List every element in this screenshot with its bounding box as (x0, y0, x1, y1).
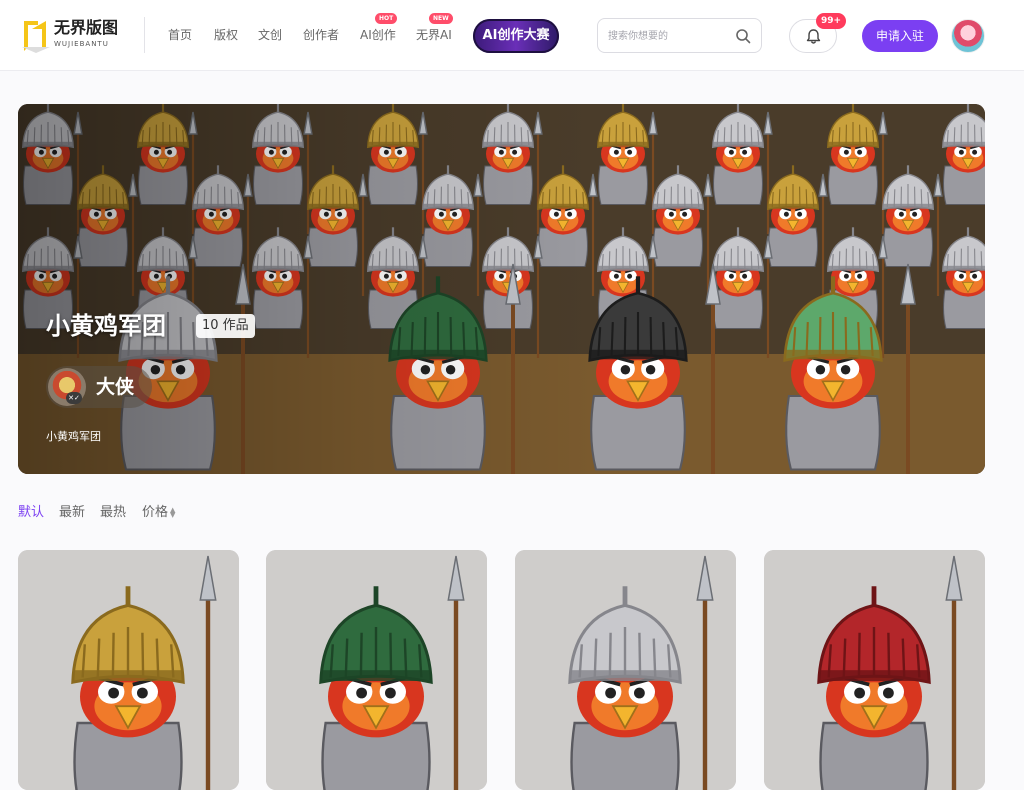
ai-contest-button[interactable]: AI创作大赛 (473, 19, 559, 53)
banner-caption: 小黄鸡军团 (46, 429, 101, 445)
nav-item-creative[interactable]: 文创 (258, 25, 282, 45)
artwork-image (266, 550, 487, 790)
nav-item-copyright[interactable]: 版权 (214, 25, 238, 45)
nav-item-creators[interactable]: 创作者 (303, 25, 339, 45)
artwork-card[interactable] (515, 550, 736, 790)
artwork-image (18, 550, 239, 790)
search-input[interactable] (608, 27, 728, 45)
artwork-image (515, 550, 736, 790)
logo-mark-icon (20, 17, 52, 53)
logo[interactable]: 无界版图 WUJIEBANTU (20, 17, 120, 55)
bell-icon (805, 28, 822, 45)
artwork-card[interactable] (18, 550, 239, 790)
logo-name: 无界版图 (54, 19, 118, 37)
hot-badge: HOT (375, 13, 397, 24)
new-badge: NEW (429, 13, 453, 24)
sort-price[interactable]: 价格▲▼ (142, 503, 175, 523)
apply-join-button[interactable]: 申请入驻 (862, 20, 938, 52)
header-divider (144, 17, 145, 53)
author-name: 大侠 (96, 374, 134, 400)
sort-default[interactable]: 默认 (18, 503, 44, 523)
artwork-image (764, 550, 985, 790)
top-navbar: 无界版图 WUJIEBANTU 首页 版权 文创 创作者 AI创作 HOT 无界… (0, 0, 1024, 71)
author-pill[interactable]: ✕✓ 大侠 (46, 366, 152, 408)
author-verified-icon: ✕✓ (66, 392, 82, 404)
sort-price-label: 价格 (142, 505, 168, 520)
banner-shade (18, 104, 985, 474)
notification-count-badge: 99+ (816, 13, 846, 29)
artwork-card[interactable] (266, 550, 487, 790)
works-count-badge: 10 作品 (196, 314, 255, 338)
search-box (597, 18, 762, 53)
logo-subtitle: WUJIEBANTU (54, 40, 109, 48)
nav-item-ai-create[interactable]: AI创作 (360, 25, 396, 45)
sort-hottest[interactable]: 最热 (100, 503, 126, 523)
user-avatar[interactable] (951, 19, 985, 53)
nav-item-home[interactable]: 首页 (168, 25, 192, 45)
search-icon[interactable] (735, 28, 751, 44)
collection-title: 小黄鸡军团 (46, 311, 166, 341)
sort-newest[interactable]: 最新 (59, 503, 85, 523)
artwork-card[interactable] (764, 550, 985, 790)
nav-item-wujie-ai[interactable]: 无界AI (416, 25, 452, 45)
sort-arrows-icon: ▲▼ (170, 508, 175, 518)
collection-banner[interactable]: 小黄鸡军团 10 作品 ✕✓ 大侠 小黄鸡军团 (18, 104, 985, 474)
